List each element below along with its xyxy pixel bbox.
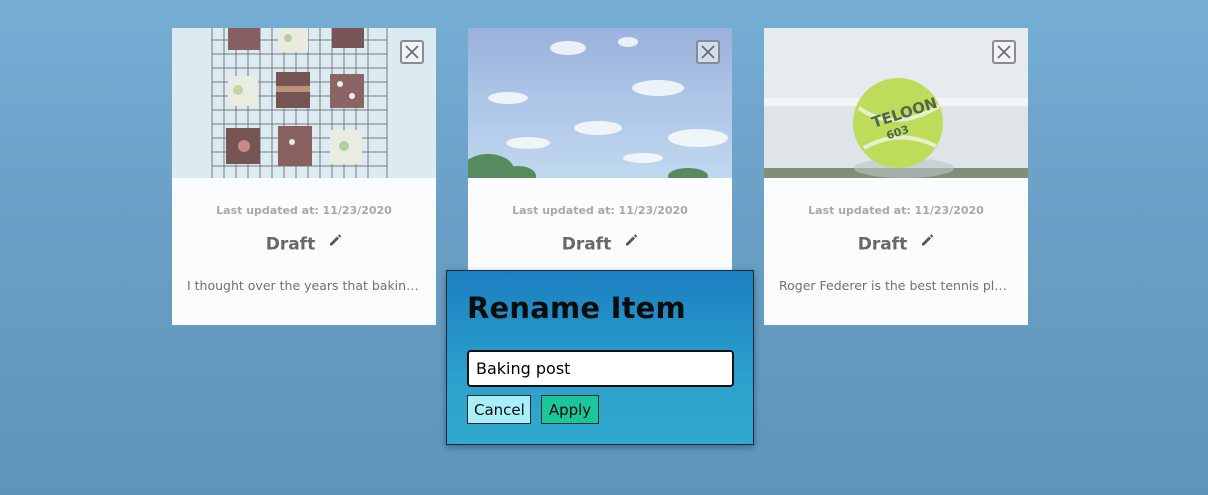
last-updated-label: Last updated at: 11/23/2020: [216, 204, 392, 217]
cancel-button[interactable]: Cancel: [467, 395, 531, 424]
close-icon: [997, 45, 1011, 59]
close-button[interactable]: [400, 40, 424, 64]
item-name-input[interactable]: [467, 350, 734, 387]
last-updated-label: Last updated at: 11/23/2020: [808, 204, 984, 217]
apply-button[interactable]: Apply: [541, 395, 599, 424]
close-icon: [701, 45, 715, 59]
post-title: Draft: [561, 234, 612, 255]
post-image-brownies: [172, 28, 436, 178]
post-card: Last updated at: 11/23/2020 Draft I thou…: [172, 28, 436, 325]
post-excerpt: I thought over the years that baking …: [187, 278, 421, 293]
pencil-icon[interactable]: [624, 232, 638, 251]
close-icon: [405, 45, 419, 59]
post-title: Draft: [857, 234, 908, 255]
dialog-title: Rename Item: [467, 291, 686, 325]
post-image-tennis-ball: TELOON 603: [764, 28, 1028, 178]
pencil-icon[interactable]: [920, 232, 934, 251]
close-button[interactable]: [992, 40, 1016, 64]
post-excerpt: Roger Federer is the best tennis play…: [779, 278, 1013, 293]
rename-dialog: Rename Item Cancel Apply: [446, 270, 754, 445]
post-card: TELOON 603 Last updated at: 11/23/2020 D…: [764, 28, 1028, 325]
close-button[interactable]: [696, 40, 720, 64]
title-row: Draft: [468, 234, 732, 256]
title-row: Draft: [764, 234, 1028, 256]
post-image-sky: [468, 28, 732, 178]
pencil-icon[interactable]: [328, 232, 342, 251]
last-updated-label: Last updated at: 11/23/2020: [512, 204, 688, 217]
title-row: Draft: [172, 234, 436, 256]
post-title: Draft: [265, 234, 316, 255]
